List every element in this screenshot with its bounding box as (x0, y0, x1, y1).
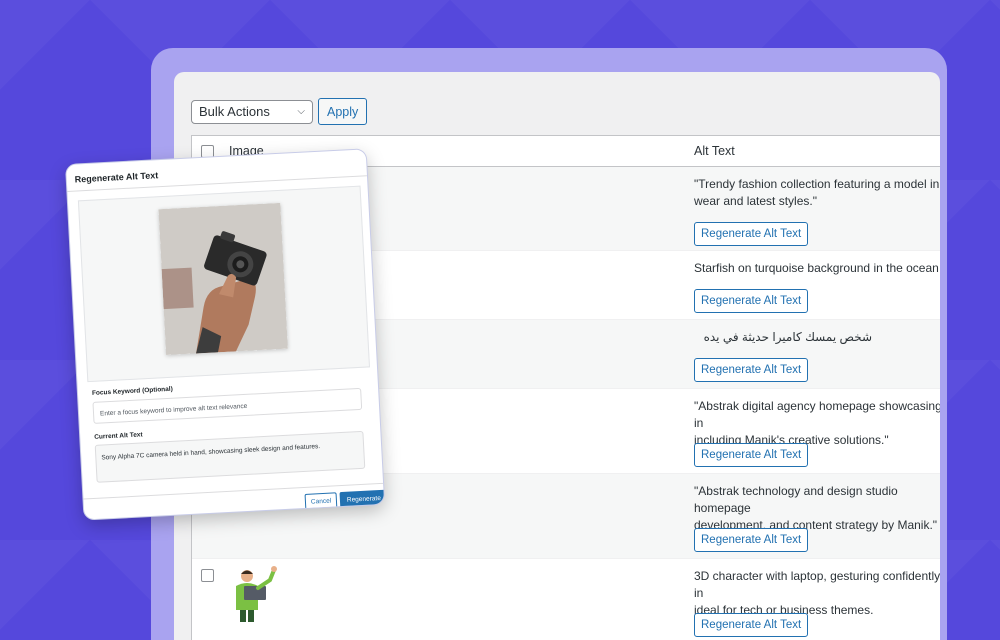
apply-button[interactable]: Apply (318, 98, 368, 125)
modal-footer (83, 482, 384, 500)
character-thumbnail (236, 566, 277, 622)
alt-text-value: 3D character with laptop, gesturing conf… (694, 569, 940, 617)
bulk-toolbar: Bulk Actions ⌵ Apply (191, 98, 368, 125)
bulk-actions-label: Bulk Actions (199, 104, 270, 119)
alt-text-value: شخص يمسك كاميرا حديثة في يده (703, 330, 872, 344)
bulk-actions-select[interactable]: Bulk Actions ⌵ (191, 99, 313, 124)
current-alt-text-label: Current Alt Text (94, 431, 143, 441)
regenerate-alt-text-button[interactable]: Regenerate Alt Text (694, 613, 809, 637)
regenerate-alt-text-button[interactable]: Regenerate Alt Text (694, 289, 809, 313)
alt-text-value: "Abstrak digital agency homepage showcas… (694, 399, 940, 447)
image-preview (77, 185, 371, 383)
regenerate-alt-text-button[interactable]: Regenerate Alt Text (694, 528, 809, 552)
camera-photo (158, 202, 288, 356)
chevron-down-icon: ⌵ (297, 106, 305, 117)
column-alt-text: Alt Text (694, 144, 735, 158)
focus-keyword-label: Focus Keyword (Optional) (91, 385, 173, 397)
alt-text-value: Starfish on turquoise background in the … (694, 261, 939, 275)
row-checkbox[interactable] (201, 569, 214, 582)
regenerate-alt-text-button[interactable]: Regenerate Alt Text (694, 443, 809, 467)
select-all-checkbox[interactable] (201, 144, 214, 158)
regenerate-alt-text-modal: Regenerate Alt Text Focus Keyword (Optio… (66, 149, 385, 520)
alt-text-value: "Abstrak technology and design studio ho… (694, 484, 938, 532)
alt-text-value: "Trendy fashion collection featuring a m… (694, 177, 940, 208)
regenerate-alt-text-button[interactable]: Regenerate Alt Text (694, 222, 809, 246)
regenerate-alt-text-button[interactable]: Regenerate Alt Text (694, 358, 809, 382)
table-row: 3D character with laptop, gesturing conf… (192, 559, 940, 640)
